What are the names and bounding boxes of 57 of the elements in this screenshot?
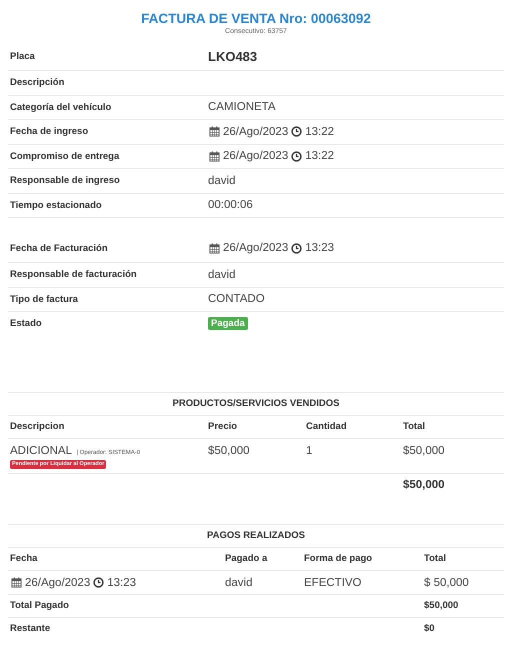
column-header: Pagado a	[225, 552, 268, 566]
calendar-icon	[11, 577, 22, 588]
product-name: ADICIONAL	[10, 444, 72, 456]
field-label: Tipo de factura	[10, 294, 79, 305]
grand-total: $50,000	[403, 478, 446, 492]
summary-value: $50,000	[424, 598, 460, 612]
summary-label: Restante	[10, 622, 52, 636]
table-cell-text: $50,000	[208, 444, 251, 458]
date-value: 26/Ago/2023	[223, 150, 288, 162]
table-cell-text: david	[225, 576, 254, 590]
field-value: CONTADO	[208, 293, 266, 306]
column-header: Cantidad	[306, 420, 348, 434]
clock-icon	[291, 126, 302, 138]
section-title: PRODUCTOS/SERVICIOS VENDIDOS	[8, 392, 504, 416]
calendar-icon	[209, 150, 220, 162]
clock-icon	[291, 242, 302, 254]
calendar-icon	[209, 242, 220, 254]
field-value: 00:00:06	[208, 199, 254, 212]
date-value: 26/Ago/2023	[25, 576, 90, 590]
field-value: david	[208, 268, 236, 281]
field-label: Compromiso de entrega	[10, 150, 120, 162]
field-label: Descripción	[10, 77, 66, 88]
column-header: Forma de pago	[304, 552, 374, 566]
clock-icon	[93, 577, 104, 588]
table-cell-text: $ 50,000	[424, 576, 470, 590]
field-value: CAMIONETA	[208, 101, 277, 114]
time-value: 13:23	[107, 576, 136, 590]
invoice-title: FACTURA DE VENTA Nro: 00063092	[141, 11, 371, 27]
field-value: david	[208, 174, 236, 187]
calendar-icon	[209, 126, 220, 138]
summary-label: Total Pagado	[10, 598, 70, 612]
table-cell-text: $50,000	[403, 444, 446, 458]
section-title: PAGOS REALIZADOS	[8, 524, 504, 548]
status-badge: Pagada	[208, 317, 248, 330]
column-header: Precio	[208, 420, 238, 434]
column-header: Fecha	[10, 552, 38, 566]
field-label: Responsable de facturación	[10, 269, 138, 280]
summary-value: $0	[424, 622, 436, 636]
clock-icon	[291, 150, 302, 162]
date-value: 26/Ago/2023	[223, 126, 288, 138]
field-label: Estado	[10, 318, 43, 330]
field-label: Placa	[10, 50, 36, 62]
field-label: Fecha de ingreso	[10, 126, 90, 138]
field-label: Categoría del vehículo	[10, 102, 112, 113]
time-value: 13:22	[305, 126, 334, 138]
date-value: 26/Ago/2023	[223, 242, 288, 254]
time-value: 13:22	[305, 150, 334, 162]
field-label: Tiempo estacionado	[10, 200, 103, 211]
column-header: Total	[403, 420, 426, 434]
column-header: Total	[424, 552, 447, 566]
table-cell-text: EFECTIVO	[304, 576, 363, 590]
time-value: 13:23	[305, 242, 334, 254]
table-cell-text: 1	[306, 444, 314, 458]
column-header: Descripcion	[10, 420, 66, 434]
field-label: Responsable de ingreso	[10, 175, 121, 186]
field-label: Fecha de Facturación	[10, 242, 109, 254]
plate-value: LKO483	[208, 48, 258, 64]
